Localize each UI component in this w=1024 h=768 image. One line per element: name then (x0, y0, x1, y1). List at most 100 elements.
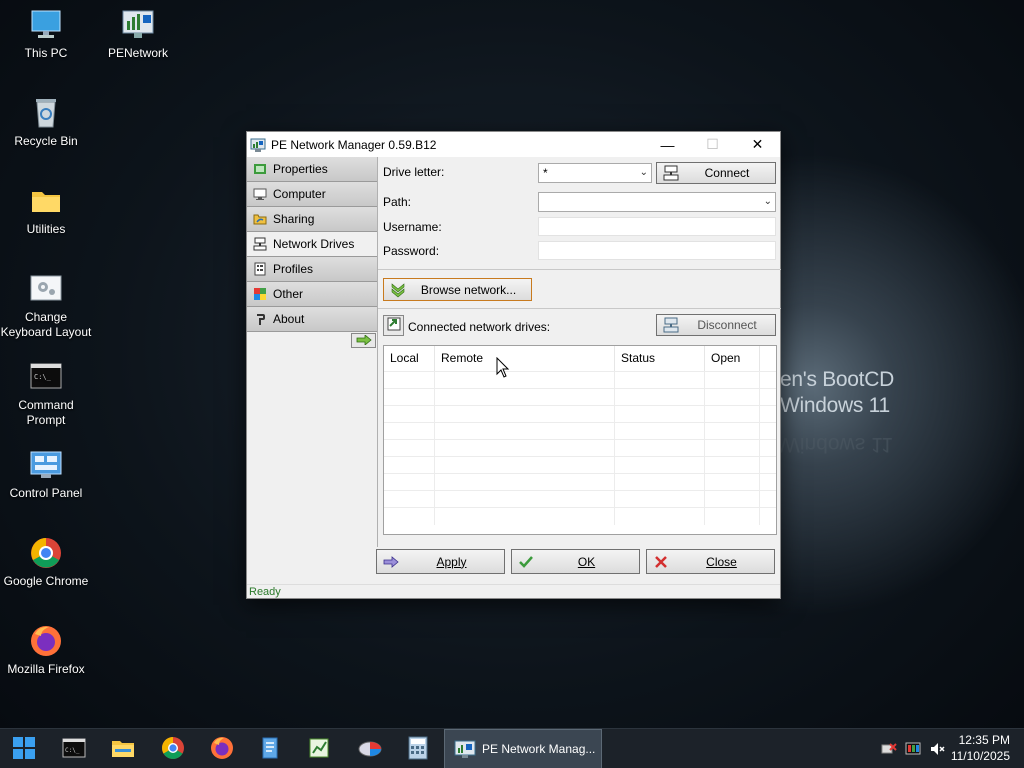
desktop-icon-utilities[interactable]: Utilities (0, 184, 92, 237)
svg-text:C:\_: C:\_ (34, 373, 52, 381)
monitor-icon (29, 8, 63, 42)
system-clock[interactable]: 12:35 PM 11/10/2025 (951, 732, 1010, 764)
clock-time: 12:35 PM (958, 733, 1010, 747)
connect-label: Connect (704, 166, 750, 180)
network-status-icon[interactable] (881, 741, 897, 757)
disconnect-label: Disconnect (697, 318, 757, 332)
close-button[interactable]: Close (646, 549, 775, 574)
network-disconnect-icon (663, 317, 679, 333)
table-row (384, 388, 776, 406)
table-row (384, 456, 776, 474)
drive-letter-value: * (543, 166, 548, 180)
taskbar-mozilla-firefox[interactable] (202, 729, 242, 768)
username-input[interactable] (538, 217, 776, 236)
chart-editor-icon (307, 736, 331, 763)
sidebar-item-label: Other (273, 287, 304, 301)
drive-letter-label: Drive letter: (383, 165, 445, 179)
table-row (384, 371, 776, 389)
sidebar-item-label: Profiles (273, 262, 314, 276)
ok-button[interactable]: OK (511, 549, 640, 574)
desktop-icon-recycle-bin[interactable]: Recycle Bin (0, 96, 92, 149)
table-row (384, 439, 776, 457)
sidebar-item-properties[interactable]: Properties (247, 157, 377, 182)
firefox-icon (210, 736, 234, 763)
refresh-drives-button[interactable] (383, 315, 404, 336)
firefox-icon (29, 624, 63, 658)
export-arrow-icon (386, 316, 402, 335)
desktop-icon-label: Google Chrome (3, 574, 89, 588)
network-drives-table[interactable]: Local Remote Status Open (383, 345, 777, 535)
sidebar-item-network-drives[interactable]: Network Drives (247, 232, 377, 257)
disconnect-button[interactable]: Disconnect (656, 314, 776, 336)
display-color-icon[interactable] (905, 741, 921, 757)
desktop-icon-google-chrome[interactable]: Google Chrome (0, 536, 92, 589)
taskbar-active-app-pe-network-manager[interactable]: PE Network Manag... (444, 729, 602, 768)
sidebar-item-label: Computer (273, 187, 326, 201)
drive-letter-select[interactable]: * ⌄ (538, 163, 652, 183)
table-row (384, 507, 776, 525)
taskbar-command-prompt[interactable]: C:\_ (54, 729, 94, 768)
wallpaper-title-line2: Windows 11 (780, 394, 890, 417)
calculator-icon (407, 736, 429, 763)
network-monitor-icon (454, 739, 476, 759)
notepad-icon (258, 736, 282, 763)
path-combo[interactable]: ⌄ (538, 192, 776, 212)
desktop-icon-control-panel[interactable]: Control Panel (0, 448, 92, 501)
taskbar-file-explorer[interactable] (103, 729, 143, 768)
browse-network-button[interactable]: Browse network... (383, 278, 532, 301)
sidebar-item-label: Sharing (273, 212, 315, 226)
desktop-icon-command-prompt[interactable]: C:\_ Command Prompt (0, 360, 92, 428)
computer-icon (253, 187, 267, 201)
taskbar-disk-tool[interactable] (350, 729, 390, 768)
taskbar-google-chrome[interactable] (153, 729, 193, 768)
chrome-icon (161, 736, 185, 763)
table-row (384, 473, 776, 491)
taskbar-calculator[interactable] (398, 729, 438, 768)
volume-muted-icon[interactable] (929, 741, 945, 757)
desktop-icon-penetwork[interactable]: PENetwork (92, 8, 184, 61)
arrow-right-icon (356, 333, 372, 348)
chrome-icon (29, 536, 63, 570)
x-icon (653, 554, 669, 570)
title-bar[interactable]: PE Network Manager 0.59.B12 — ☐ ✕ (247, 132, 780, 157)
connect-button[interactable]: Connect (656, 162, 776, 184)
column-header-remote[interactable]: Remote (435, 346, 615, 371)
minimize-button[interactable]: — (645, 132, 690, 157)
apply-button[interactable]: Apply (376, 549, 505, 574)
other-icon (253, 287, 267, 301)
desktop-icon-this-pc[interactable]: This PC (0, 8, 92, 61)
taskbar-notes-app[interactable] (250, 729, 290, 768)
password-input[interactable] (538, 241, 776, 260)
console-icon: C:\_ (62, 737, 86, 762)
double-chevron-down-icon (390, 282, 406, 298)
sidebar-item-profiles[interactable]: Profiles (247, 257, 377, 282)
column-header-status[interactable]: Status (615, 346, 705, 371)
sidebar-item-other[interactable]: Other (247, 282, 377, 307)
mouse-cursor (496, 356, 510, 379)
disk-partition-icon (357, 736, 383, 763)
clock-date: 11/10/2025 (950, 749, 1010, 763)
column-header-open[interactable]: Open (705, 346, 760, 371)
maximize-button[interactable]: ☐ (690, 132, 735, 157)
sidebar-item-label: Network Drives (273, 237, 355, 251)
desktop-icon-mozilla-firefox[interactable]: Mozilla Firefox (0, 624, 92, 677)
table-row (384, 490, 776, 508)
chevron-down-icon: ⌄ (763, 196, 772, 207)
table-row (384, 405, 776, 423)
desktop-icon-label: Mozilla Firefox (7, 662, 85, 676)
sidebar-item-computer[interactable]: Computer (247, 182, 377, 207)
close-window-button[interactable]: ✕ (735, 132, 780, 157)
sidebar-item-sharing[interactable]: Sharing (247, 207, 377, 232)
table-header: Local Remote Status Open (384, 346, 776, 371)
sidebar-item-about[interactable]: About (247, 307, 377, 332)
checkmark-icon (518, 554, 534, 570)
chevron-down-icon: ⌄ (639, 167, 648, 178)
collapse-arrow-button[interactable] (351, 333, 376, 348)
network-drives-panel: Drive letter: * ⌄ Connect Path: ⌄ Userna… (377, 157, 781, 547)
start-button[interactable] (4, 729, 44, 768)
password-label: Password: (383, 244, 440, 258)
column-header-local[interactable]: Local (384, 346, 435, 371)
desktop-icon-change-keyboard-layout[interactable]: Change Keyboard Layout (0, 272, 92, 340)
taskbar-spreadsheet-app[interactable] (299, 729, 339, 768)
desktop-icon-label: Command Prompt (18, 398, 74, 427)
